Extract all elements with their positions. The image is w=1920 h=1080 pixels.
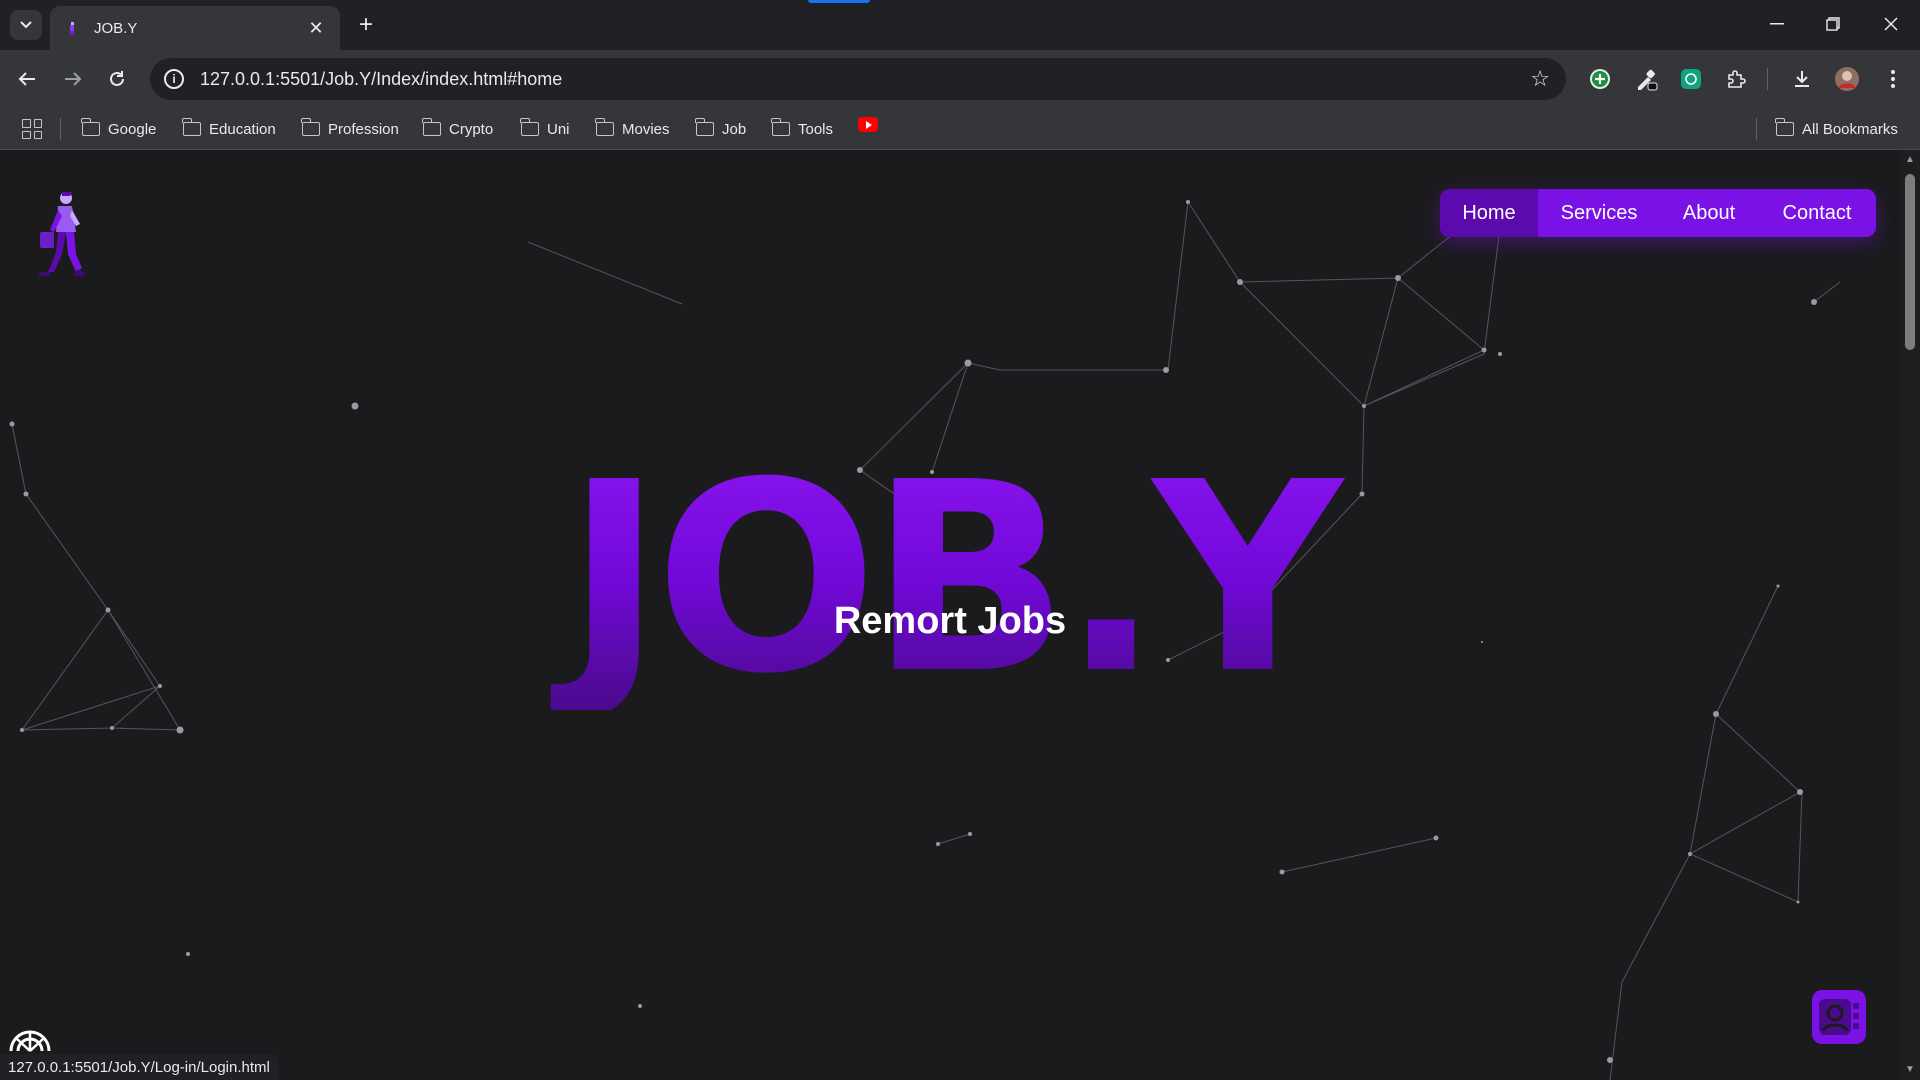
main-navbar: Home Services About Contact [1440, 189, 1876, 237]
reload-button[interactable] [100, 62, 134, 96]
bookmarks-divider [60, 118, 61, 140]
hero-title: JOB.Y [0, 448, 1900, 710]
folder-icon [520, 118, 539, 136]
folder-icon [595, 118, 614, 136]
all-bookmarks-label: All Bookmarks [1802, 120, 1898, 138]
extensions-puzzle-icon[interactable] [1723, 66, 1749, 92]
reload-icon [110, 71, 124, 86]
bookmark-label: Job [722, 120, 747, 138]
extension-green-icon[interactable] [1678, 66, 1704, 92]
profile-avatar[interactable] [1834, 66, 1860, 92]
folder-icon [422, 118, 441, 136]
back-button[interactable] [10, 62, 44, 96]
window-accent [808, 0, 870, 3]
nav-home[interactable]: Home [1440, 189, 1538, 237]
bookmark-uni[interactable]: Uni [520, 117, 570, 141]
browser-menu-icon[interactable] [1880, 66, 1906, 92]
bookmark-label: Uni [547, 120, 570, 138]
bookmark-education[interactable]: Education [182, 117, 276, 141]
bookmark-label: Crypto [449, 120, 494, 138]
restore-button[interactable] [1810, 8, 1856, 40]
walking-man-logo[interactable] [36, 190, 86, 278]
scroll-up-arrow-icon[interactable]: ▲ [1904, 154, 1916, 165]
nav-contact[interactable]: Contact [1758, 189, 1876, 237]
youtube-bookmark-icon[interactable] [858, 117, 878, 132]
bookmark-label: Tools [798, 120, 834, 138]
folder-icon [695, 118, 714, 136]
new-tab-button[interactable]: + [352, 10, 380, 40]
browser-titlebar: JOB.Y ✕ + [0, 0, 1920, 50]
minimize-button[interactable] [1754, 8, 1800, 40]
folder-icon [771, 118, 790, 136]
hero-subtitle: Remort Jobs [833, 600, 1067, 642]
scroll-down-arrow-icon[interactable]: ▼ [1904, 1064, 1916, 1075]
bookmark-label: Movies [622, 120, 670, 138]
folder-icon [182, 118, 201, 136]
close-window-button[interactable] [1868, 8, 1914, 40]
loading-spinner-icon [9, 1030, 51, 1052]
apps-grid-icon[interactable] [22, 119, 42, 139]
bookmark-google[interactable]: Google [81, 117, 157, 141]
status-bar-link-preview: 127.0.0.1:5501/Job.Y/Log-in/Login.html [0, 1054, 278, 1080]
address-url[interactable]: 127.0.0.1:5501/Job.Y/Index/index.html#ho… [200, 69, 1530, 90]
restore-icon [1826, 17, 1840, 31]
toolbar-divider [1767, 68, 1768, 90]
bookmark-crypto[interactable]: Crypto [422, 117, 494, 141]
folder-icon [1775, 118, 1794, 136]
tab-close-icon[interactable]: ✕ [306, 18, 326, 38]
page-viewport: Home Services About Contact JOB.Y Remort… [0, 150, 1920, 1080]
bookmarks-divider [1756, 118, 1757, 140]
bookmark-label: Education [209, 120, 276, 138]
tab-search-button[interactable] [10, 10, 42, 40]
user-card-icon [1819, 999, 1859, 1035]
folder-icon [81, 118, 100, 136]
bookmark-job[interactable]: Job [695, 117, 747, 141]
minimize-icon [1770, 23, 1784, 25]
bookmarks-bar: Google Education Profession Crypto Uni M… [0, 108, 1920, 150]
nav-services[interactable]: Services [1538, 189, 1660, 237]
bookmark-movies[interactable]: Movies [595, 117, 670, 141]
arrow-right-icon [65, 72, 82, 86]
bookmark-label: Profession [328, 120, 399, 138]
scrollbar-thumb[interactable] [1905, 174, 1915, 350]
site-favicon-icon [70, 22, 74, 35]
browser-toolbar: i 127.0.0.1:5501/Job.Y/Index/index.html#… [0, 50, 1920, 108]
downloads-icon[interactable] [1789, 66, 1815, 92]
bookmark-star-icon[interactable]: ☆ [1530, 66, 1550, 92]
browser-tab-active[interactable]: JOB.Y ✕ [50, 6, 340, 50]
login-button[interactable] [1812, 990, 1866, 1044]
site-info-icon[interactable]: i [164, 69, 184, 89]
bookmark-label: Google [108, 120, 157, 138]
nav-about[interactable]: About [1660, 189, 1758, 237]
arrow-left-icon [18, 72, 35, 86]
forward-button[interactable] [56, 62, 90, 96]
tab-title: JOB.Y [94, 19, 138, 37]
extension-add-icon[interactable] [1587, 66, 1613, 92]
extension-eyedropper-icon[interactable] [1633, 66, 1659, 92]
all-bookmarks-button[interactable]: All Bookmarks [1775, 117, 1898, 141]
address-bar[interactable]: i 127.0.0.1:5501/Job.Y/Index/index.html#… [150, 58, 1566, 100]
close-icon [1884, 17, 1898, 31]
folder-icon [301, 118, 320, 136]
chevron-down-icon [20, 21, 32, 29]
bookmark-profession[interactable]: Profession [301, 117, 399, 141]
bookmark-tools[interactable]: Tools [771, 117, 834, 141]
